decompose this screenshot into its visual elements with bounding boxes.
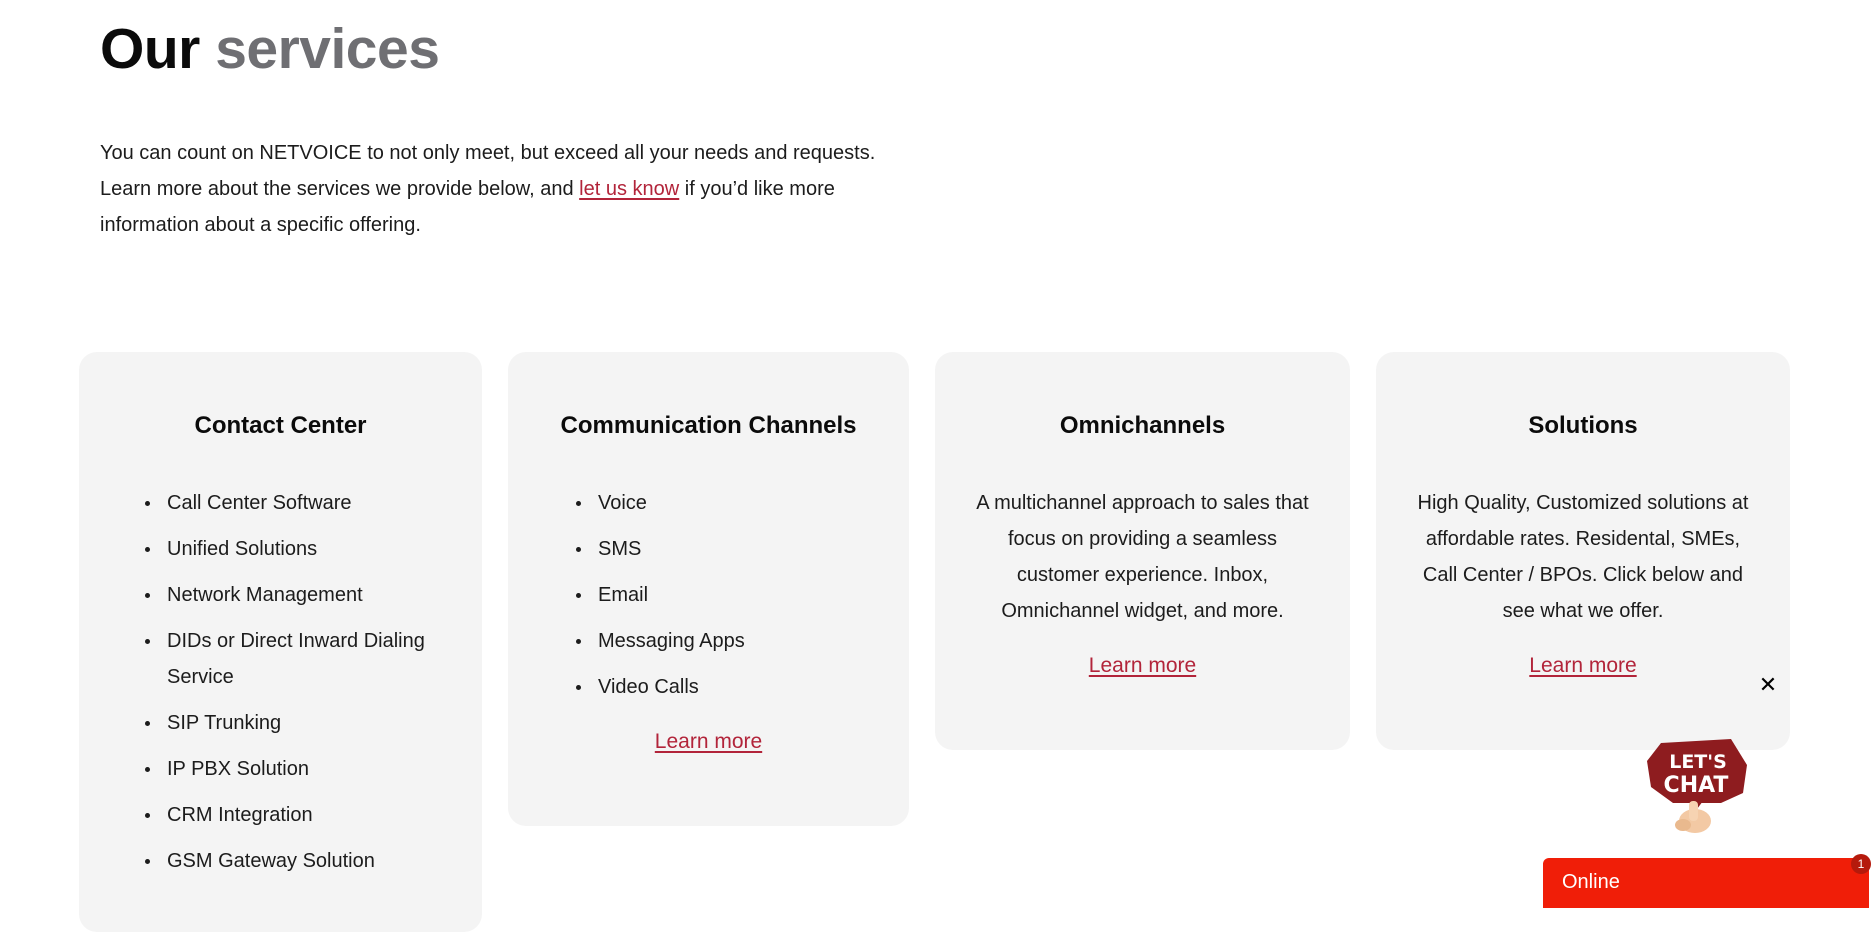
card-description: High Quality, Customized solutions at af…: [1417, 492, 1749, 622]
list-item: Call Center Software: [145, 485, 445, 521]
list-item: GSM Gateway Solution: [145, 843, 445, 879]
card-title: Communication Channels: [560, 412, 857, 439]
list-item: Unified Solutions: [145, 531, 445, 567]
card-list: Voice SMS Email Messaging Apps Video Cal…: [576, 485, 745, 715]
notification-badge: 1: [1851, 854, 1871, 874]
page-title: Our services: [100, 17, 440, 81]
chat-bubble-icon: LET'S CHAT: [1647, 739, 1747, 833]
communication-channels-card: Communication Channels Voice SMS Email M…: [508, 352, 909, 826]
list-item: Voice: [576, 485, 745, 521]
learn-more-wrapper: Learn more: [935, 654, 1350, 678]
badge-text-line2: CHAT: [1664, 773, 1729, 798]
card-title: Contact Center: [194, 412, 367, 439]
omnichannels-card: Omnichannels A multichannel approach to …: [935, 352, 1350, 750]
lets-chat-button[interactable]: LET'S CHAT: [1643, 737, 1753, 837]
list-item: CRM Integration: [145, 797, 445, 833]
card-description: A multichannel approach to sales that fo…: [976, 492, 1309, 622]
list-item: Network Management: [145, 577, 445, 613]
let-us-know-link[interactable]: let us know: [579, 178, 679, 200]
solutions-card: Solutions High Quality, Customized solut…: [1376, 352, 1790, 750]
list-item: SIP Trunking: [145, 705, 445, 741]
learn-more-wrapper: Learn more: [508, 730, 909, 754]
list-item: Messaging Apps: [576, 623, 745, 659]
intro-text: You can count on NETVOICE to not only me…: [100, 135, 900, 243]
learn-more-link[interactable]: Learn more: [655, 730, 762, 753]
list-item: SMS: [576, 531, 745, 567]
learn-more-link[interactable]: Learn more: [1089, 654, 1196, 677]
learn-more-link[interactable]: Learn more: [1529, 654, 1636, 677]
page-title-our: Our: [100, 17, 200, 81]
hand-icon: [1675, 801, 1711, 833]
card-title: Solutions: [1528, 412, 1638, 439]
list-item: Video Calls: [576, 669, 745, 705]
page-title-services: services: [215, 17, 440, 81]
badge-text-line1: LET'S: [1669, 751, 1727, 773]
online-label: Online: [1562, 871, 1620, 893]
close-icon[interactable]: ✕: [1756, 673, 1780, 697]
list-item: Email: [576, 577, 745, 613]
card-list: Call Center Software Unified Solutions N…: [145, 485, 445, 889]
list-item: DIDs or Direct Inward Dialing Service: [145, 623, 445, 695]
list-item: IP PBX Solution: [145, 751, 445, 787]
learn-more-wrapper: Learn more: [1376, 654, 1790, 678]
card-title: Omnichannels: [1059, 412, 1226, 439]
chat-online-bar[interactable]: Online: [1543, 858, 1869, 908]
contact-center-card: Contact Center Call Center Software Unif…: [79, 352, 482, 932]
